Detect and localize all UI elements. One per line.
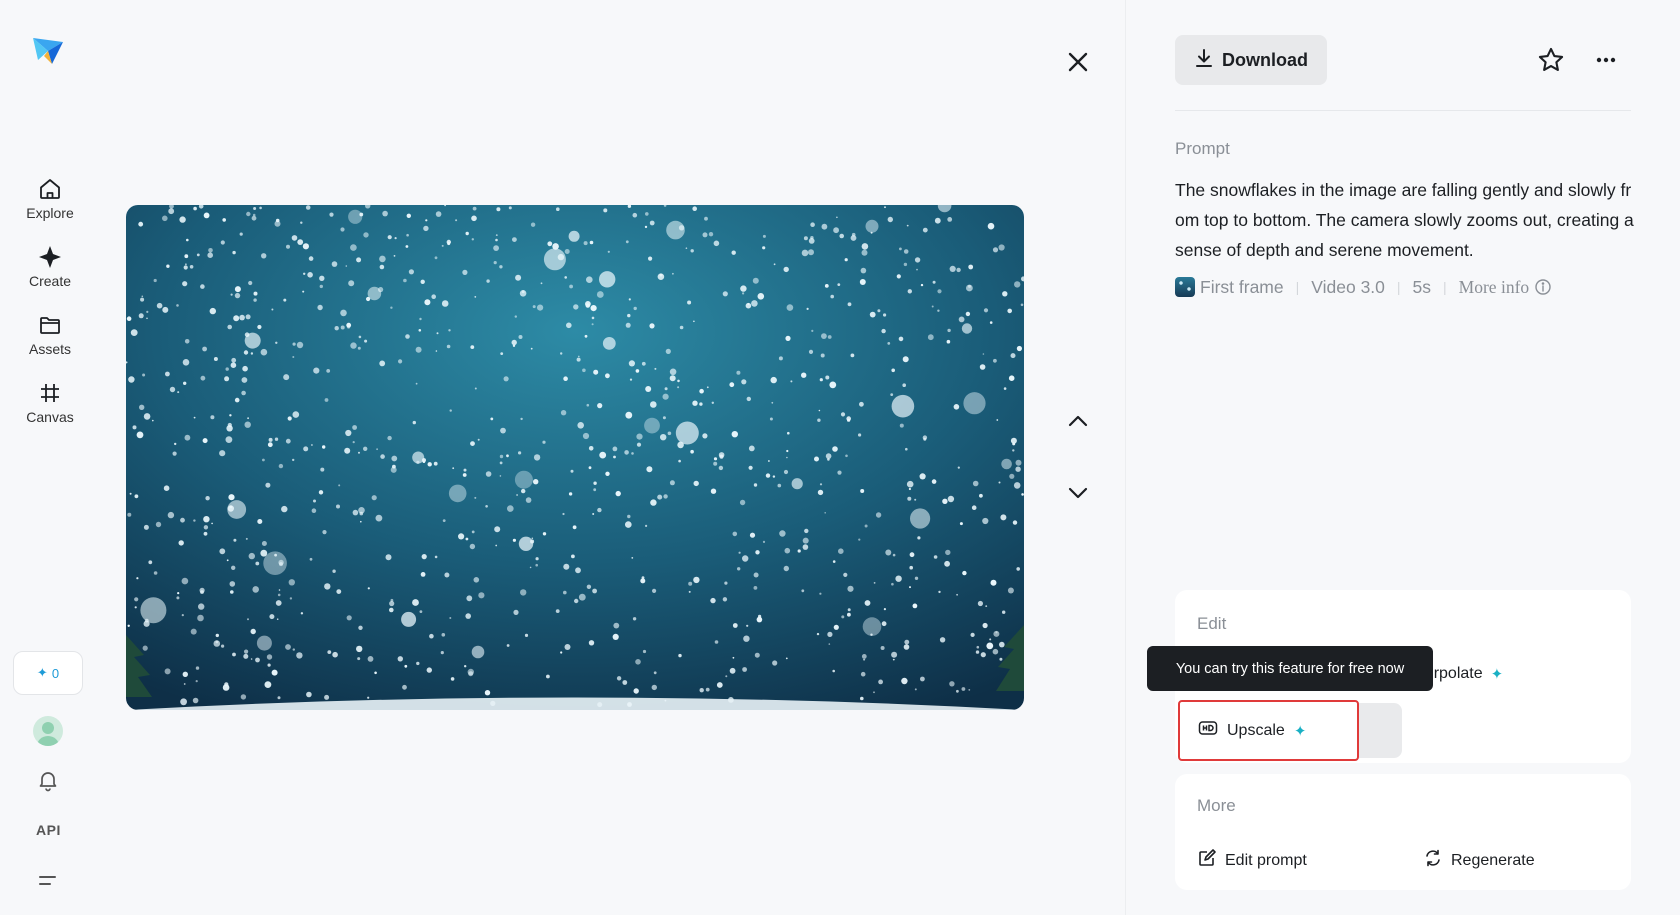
- download-button[interactable]: Download: [1175, 35, 1327, 85]
- free-feature-tooltip: You can try this feature for free now: [1147, 646, 1433, 691]
- duration-label: 5s: [1412, 276, 1432, 297]
- download-icon: [1194, 48, 1214, 73]
- sparkle-icon: ✦: [1293, 722, 1307, 740]
- separator: |: [1396, 279, 1401, 295]
- video-preview[interactable]: [126, 205, 1024, 710]
- sidebar-item-label: Create: [28, 273, 72, 289]
- sidebar-item-assets[interactable]: Assets: [14, 312, 86, 357]
- more-info-link[interactable]: More info: [1459, 277, 1529, 298]
- api-link[interactable]: API: [36, 822, 61, 838]
- bell-icon[interactable]: [36, 768, 60, 792]
- close-icon[interactable]: [1063, 47, 1093, 77]
- info-icon[interactable]: [1534, 278, 1552, 296]
- regenerate-button[interactable]: Regenerate: [1423, 848, 1535, 873]
- star-icon[interactable]: [1537, 46, 1565, 74]
- folder-icon: [37, 312, 63, 338]
- credits-badge[interactable]: ✦ 0: [13, 651, 83, 695]
- sidebar-item-label: Explore: [26, 205, 74, 221]
- sidebar-item-create[interactable]: Create: [14, 244, 86, 289]
- regenerate-label: Regenerate: [1451, 851, 1535, 869]
- model-label: Video 3.0: [1311, 276, 1385, 297]
- edit-prompt-button[interactable]: Edit prompt: [1197, 848, 1307, 873]
- sidebar-item-label: Assets: [28, 341, 71, 357]
- upscale-label: Upscale: [1227, 721, 1285, 739]
- edit-prompt-label: Edit prompt: [1225, 851, 1307, 869]
- more-card: More Edit prompt Regenerate: [1175, 774, 1631, 890]
- app-logo-icon[interactable]: [30, 32, 66, 68]
- header-divider: [1175, 110, 1631, 111]
- prompt-label: Prompt: [1175, 139, 1230, 158]
- upscale-button[interactable]: Upscale ✦: [1178, 700, 1359, 761]
- more-section-title: More: [1197, 796, 1236, 815]
- download-label: Download: [1222, 49, 1308, 70]
- more-options-icon[interactable]: [1592, 46, 1620, 74]
- first-frame-label[interactable]: First frame: [1200, 277, 1284, 298]
- left-sidebar: Explore Create Assets Canvas ✦ 0 API: [0, 0, 100, 915]
- separator: |: [1443, 279, 1447, 295]
- chevron-up-icon[interactable]: [1065, 408, 1091, 434]
- sidebar-item-canvas[interactable]: Canvas: [14, 380, 86, 425]
- panel-divider: [1125, 0, 1126, 915]
- first-frame-thumbnail[interactable]: [1175, 277, 1195, 297]
- menu-icon[interactable]: [37, 872, 59, 890]
- canvas-frame-icon: [37, 380, 63, 406]
- sparkle-icon: ✦: [1490, 666, 1504, 683]
- refresh-icon: [1423, 848, 1443, 873]
- avatar[interactable]: [33, 716, 63, 746]
- generation-meta: First frame | Video 3.0 | 5s | More info: [1175, 276, 1552, 298]
- home-icon: [37, 176, 63, 202]
- chevron-down-icon[interactable]: [1065, 480, 1091, 506]
- edit-prompt-icon: [1197, 848, 1217, 873]
- sidebar-item-explore[interactable]: Explore: [14, 176, 86, 221]
- sparkle-create-icon: [37, 244, 63, 270]
- hd-icon: [1198, 720, 1218, 741]
- sidebar-item-label: Canvas: [26, 409, 74, 425]
- snowfall-video-frame: [126, 205, 1024, 710]
- sparkle-icon: ✦: [36, 665, 48, 680]
- separator: |: [1295, 279, 1300, 295]
- credits-count: 0: [51, 665, 60, 681]
- edit-section-title: Edit: [1197, 614, 1227, 633]
- prompt-text: The snowflakes in the image are falling …: [1175, 180, 1634, 260]
